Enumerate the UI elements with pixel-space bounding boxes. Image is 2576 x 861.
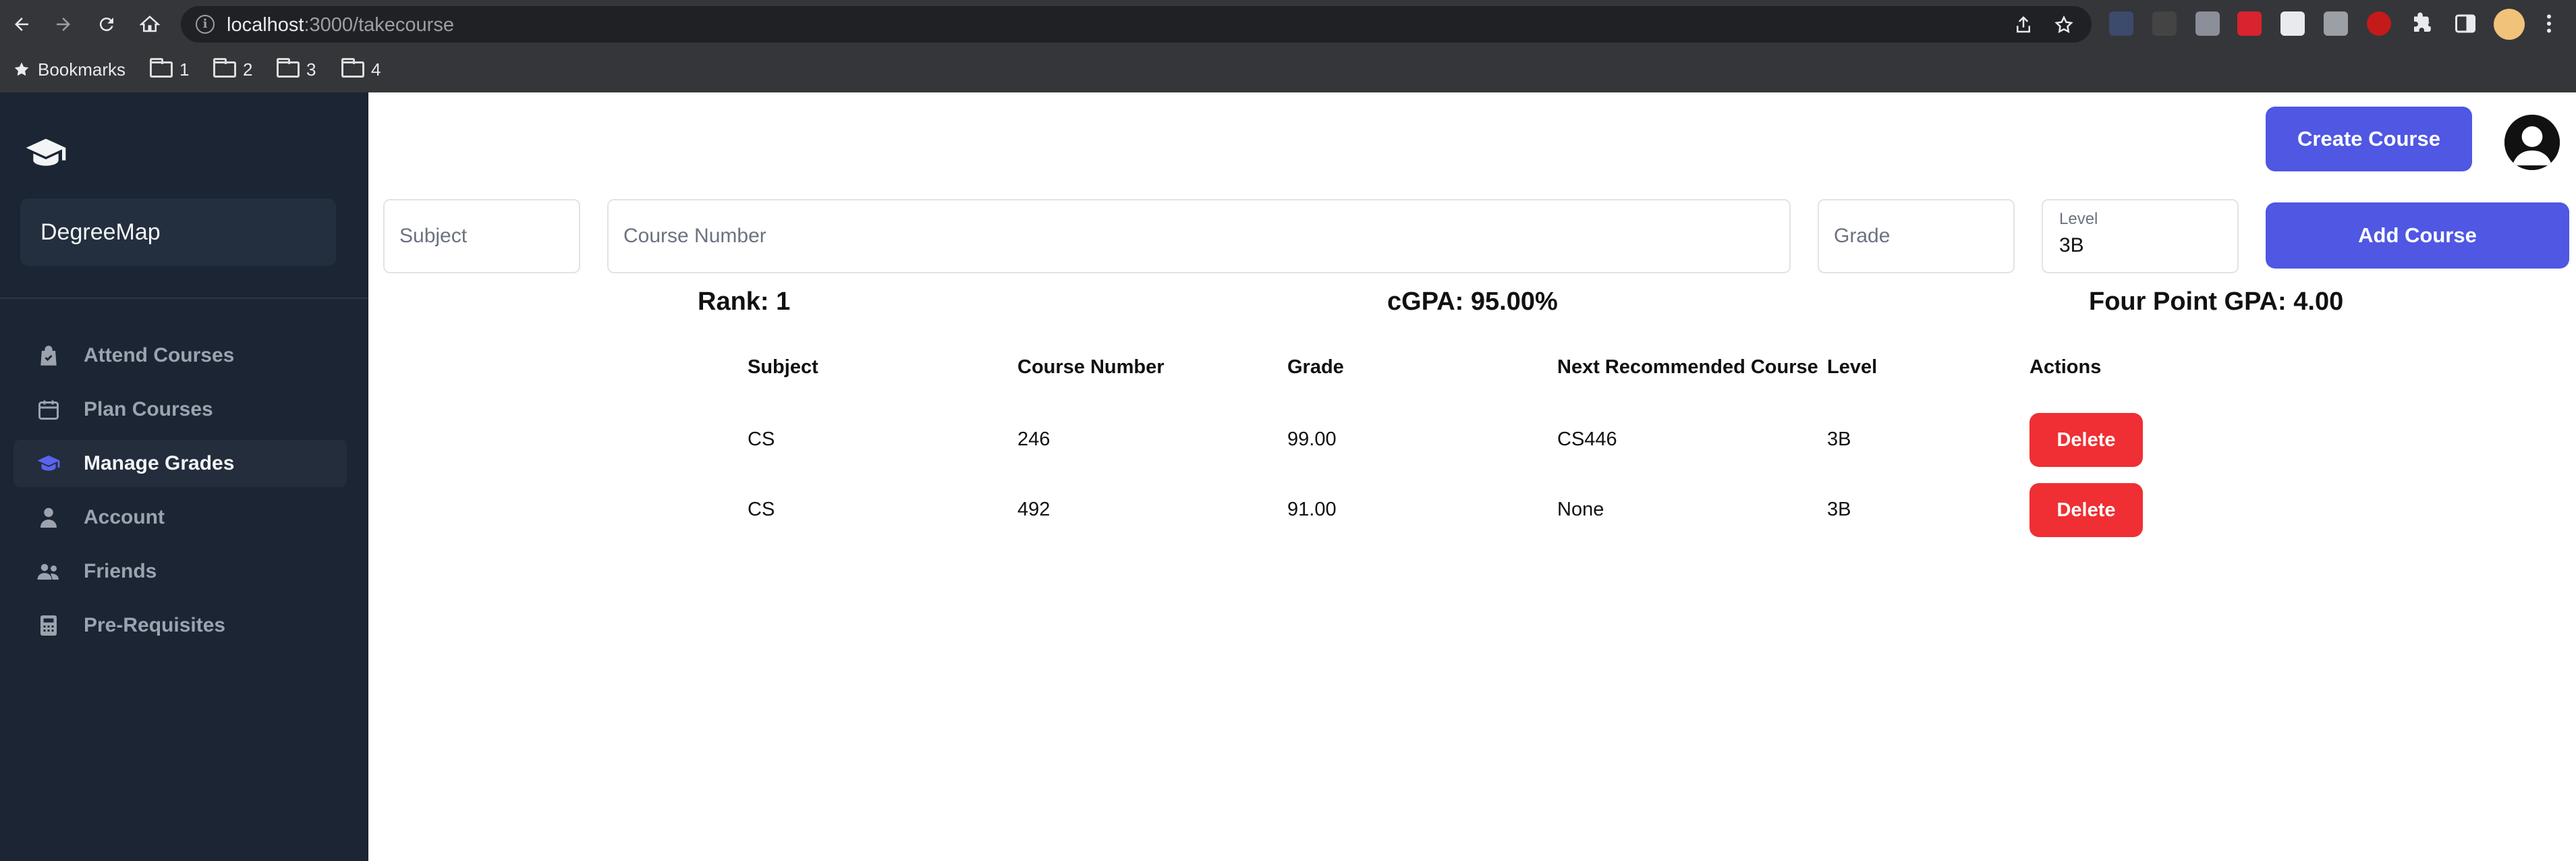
calendar-icon: [38, 400, 59, 420]
cell-next-course: CS446: [1557, 428, 1617, 450]
sidebar-item-account[interactable]: Account: [13, 494, 347, 541]
delete-button[interactable]: Delete: [2029, 483, 2143, 537]
extension-icon[interactable]: [2195, 11, 2220, 36]
column-header: Course Number: [1017, 356, 1165, 378]
level-select[interactable]: Level 3B: [2042, 199, 2239, 273]
extension-icon[interactable]: [2152, 11, 2177, 36]
sidebar-item-plan-courses[interactable]: Plan Courses: [13, 386, 347, 433]
shopping-bag-icon: [40, 345, 57, 366]
bookmarks-button[interactable]: Bookmarks: [12, 57, 125, 82]
bookmark-folder[interactable]: 2: [213, 57, 252, 82]
arrow-right-icon: [57, 18, 70, 31]
users-icon: [37, 563, 59, 580]
sidebar-item-manage-grades[interactable]: Manage Grades: [13, 440, 347, 487]
star-icon: [14, 62, 29, 76]
sidebar-item-friends[interactable]: Friends: [13, 548, 347, 595]
app-name[interactable]: DegreeMap: [20, 198, 336, 266]
calculator-icon: [40, 615, 57, 636]
user-avatar-icon: [2504, 115, 2560, 170]
extension-icon[interactable]: [2367, 11, 2391, 36]
side-panel-icon[interactable]: [2453, 11, 2477, 36]
folder-icon: [213, 58, 236, 78]
extension-icon[interactable]: [2324, 11, 2348, 36]
rank-stat: Rank: 1: [698, 287, 791, 316]
puzzle-icon[interactable]: [2410, 11, 2434, 36]
address-bar[interactable]: localhost:3000/takecourse: [181, 6, 2092, 43]
delete-button[interactable]: Delete: [2029, 413, 2143, 467]
cell-next-course: None: [1557, 499, 1604, 520]
home-button[interactable]: [135, 9, 165, 39]
sidebar-item-pre-requisites[interactable]: Pre-Requisites: [13, 602, 347, 649]
share-icon[interactable]: [2013, 15, 2034, 35]
level-label: Level: [2059, 210, 2098, 228]
home-icon: [140, 16, 160, 32]
column-header: Level: [1827, 356, 1878, 378]
toolbar: localhost:3000/takecourse: [0, 0, 2576, 48]
bookmark-folder[interactable]: 4: [341, 57, 381, 82]
sidebar-item-label: Attend Courses: [84, 344, 235, 366]
sidebar-item-label: Pre-Requisites: [84, 614, 226, 636]
column-header: Next Recommended Course: [1557, 356, 1818, 378]
course-number-field[interactable]: [607, 199, 1791, 273]
browser-chrome: localhost:3000/takecourse Bookmarks 1 2: [0, 0, 2576, 92]
cell-grade: 91.00: [1287, 499, 1337, 520]
sidebar-item-label: Account: [84, 506, 165, 528]
create-course-button[interactable]: Create Course: [2266, 107, 2472, 171]
extension-icon[interactable]: [2109, 11, 2133, 36]
arrow-left-icon: [15, 18, 28, 31]
star-icon[interactable]: [2054, 15, 2074, 35]
cell-subject: CS: [748, 499, 775, 520]
url-text: localhost:3000/takecourse: [227, 14, 454, 36]
subject-field[interactable]: [383, 199, 580, 273]
folder-icon: [150, 58, 173, 78]
column-header: Actions: [2029, 356, 2102, 378]
extension-icon[interactable]: [2237, 11, 2262, 36]
course-number-input[interactable]: [623, 200, 1774, 272]
sidebar-item-attend-courses[interactable]: Attend Courses: [13, 332, 347, 379]
bookmarks-bar: Bookmarks 1 2 3 4: [0, 48, 2576, 92]
cell-course-number: 492: [1017, 499, 1051, 520]
reload-button[interactable]: [92, 9, 121, 39]
cell-level: 3B: [1827, 428, 1851, 450]
bookmark-folder[interactable]: 1: [150, 57, 189, 82]
user-icon: [40, 507, 57, 528]
cell-subject: CS: [748, 428, 775, 450]
folder-icon: [277, 58, 300, 78]
sidebar: DegreeMap Attend Courses Plan Courses Ma…: [0, 92, 368, 861]
sidebar-item-label: Manage Grades: [84, 452, 235, 474]
forward-button[interactable]: [49, 9, 78, 39]
site-info-icon[interactable]: [196, 15, 215, 34]
back-button[interactable]: [7, 9, 36, 39]
grade-input[interactable]: [1834, 200, 1998, 272]
grade-field[interactable]: [1818, 199, 2015, 273]
cell-level: 3B: [1827, 499, 1851, 520]
four-point-gpa-stat: Four Point GPA: 4.00: [2089, 287, 2344, 316]
sidebar-divider: [0, 298, 368, 299]
extension-icon[interactable]: [2280, 11, 2305, 36]
level-value: 3B: [2059, 234, 2084, 256]
sidebar-item-label: Plan Courses: [84, 398, 213, 420]
graduation-cap-icon: [26, 138, 66, 166]
graduation-cap-icon: [37, 455, 60, 471]
folder-icon: [341, 58, 364, 78]
column-header: Grade: [1287, 356, 1344, 378]
add-course-button[interactable]: Add Course: [2266, 202, 2569, 269]
bookmark-folder[interactable]: 3: [277, 57, 316, 82]
subject-input[interactable]: [399, 200, 564, 272]
sidebar-item-label: Friends: [84, 560, 157, 582]
more-vertical-icon[interactable]: [2537, 11, 2561, 36]
avatar[interactable]: [2504, 115, 2560, 170]
column-header: Subject: [748, 356, 818, 378]
cell-grade: 99.00: [1287, 428, 1337, 450]
cell-course-number: 246: [1017, 428, 1051, 450]
profile-avatar[interactable]: [2494, 9, 2525, 40]
cgpa-stat: cGPA: 95.00%: [1387, 287, 1558, 316]
reload-icon: [99, 18, 113, 32]
